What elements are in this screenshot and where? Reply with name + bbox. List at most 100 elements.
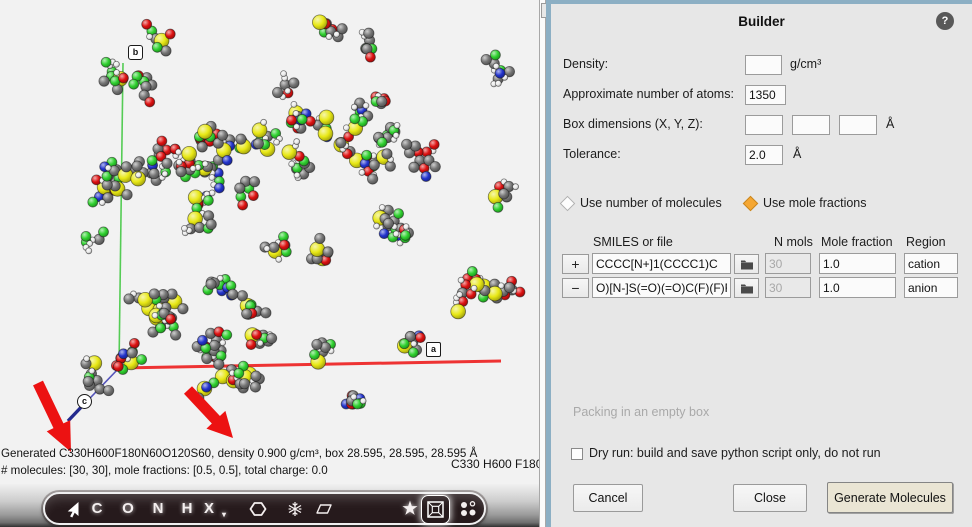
atom[interactable]: [274, 139, 280, 145]
snowflake-tool-icon[interactable]: [283, 494, 307, 523]
atom[interactable]: [249, 176, 259, 186]
cursor-tool-icon[interactable]: [61, 494, 85, 523]
atom[interactable]: [343, 125, 349, 131]
atom[interactable]: [234, 368, 244, 378]
atom[interactable]: [285, 88, 291, 94]
atom[interactable]: [264, 246, 270, 252]
atom[interactable]: [86, 248, 92, 254]
atom[interactable]: [145, 97, 155, 107]
atom[interactable]: [103, 385, 113, 395]
atom[interactable]: [471, 285, 477, 291]
panel-splitter[interactable]: [539, 0, 546, 527]
atom[interactable]: [162, 158, 172, 168]
atom[interactable]: [137, 354, 147, 364]
atom[interactable]: [222, 330, 232, 340]
atom[interactable]: [377, 137, 387, 147]
atom[interactable]: [294, 172, 300, 178]
hydrogen-tool[interactable]: H: [175, 494, 199, 523]
atom[interactable]: [350, 114, 360, 124]
atom[interactable]: [291, 101, 297, 107]
atom[interactable]: [495, 68, 505, 78]
box-z-input[interactable]: [839, 115, 877, 135]
atom[interactable]: [490, 50, 500, 60]
atom[interactable]: [147, 156, 157, 166]
star-tool-icon[interactable]: ★: [398, 494, 422, 523]
carbon-tool[interactable]: C: [85, 494, 109, 523]
atom[interactable]: [198, 124, 213, 139]
atom[interactable]: [312, 339, 322, 349]
periodic-box-tool-selected[interactable]: [421, 495, 450, 524]
atom[interactable]: [360, 398, 366, 404]
atom[interactable]: [101, 57, 111, 67]
atom[interactable]: [399, 339, 409, 349]
radio-number-of-molecules[interactable]: [560, 196, 576, 212]
atom[interactable]: [408, 348, 418, 358]
atom[interactable]: [374, 223, 380, 229]
atom[interactable]: [114, 70, 120, 76]
atom[interactable]: [152, 42, 162, 52]
atom[interactable]: [394, 122, 400, 128]
atom[interactable]: [250, 382, 260, 392]
mole-fraction-input-row1[interactable]: [819, 253, 896, 274]
atom[interactable]: [458, 277, 464, 283]
atom[interactable]: [209, 174, 215, 180]
oxygen-tool[interactable]: O: [116, 494, 140, 523]
atom[interactable]: [359, 169, 365, 175]
atom[interactable]: [246, 340, 256, 350]
atom[interactable]: [493, 202, 503, 212]
atom[interactable]: [377, 96, 387, 106]
atom[interactable]: [429, 139, 439, 149]
atom[interactable]: [319, 110, 334, 125]
tolerance-input[interactable]: [745, 145, 783, 165]
atom[interactable]: [481, 54, 491, 64]
atom[interactable]: [156, 303, 162, 309]
atom[interactable]: [411, 341, 417, 347]
atom[interactable]: [113, 61, 119, 67]
atom[interactable]: [513, 184, 519, 190]
atom[interactable]: [197, 335, 207, 345]
mole-fraction-input-row2[interactable]: [819, 277, 896, 298]
atom[interactable]: [289, 161, 295, 167]
atom[interactable]: [188, 190, 203, 205]
atom[interactable]: [121, 162, 131, 172]
atom[interactable]: [382, 149, 392, 159]
browse-file-button-row2[interactable]: [734, 278, 759, 298]
cancel-button[interactable]: Cancel: [573, 484, 643, 512]
atom[interactable]: [401, 139, 411, 149]
atom[interactable]: [190, 166, 196, 172]
region-input-row2[interactable]: [904, 277, 958, 298]
atom[interactable]: [365, 52, 375, 62]
atom[interactable]: [276, 256, 282, 262]
atom[interactable]: [379, 204, 385, 210]
atom[interactable]: [451, 304, 466, 319]
atom[interactable]: [166, 314, 176, 324]
atom[interactable]: [467, 266, 477, 276]
nmols-input-row1[interactable]: [765, 253, 811, 274]
atom[interactable]: [281, 71, 287, 77]
atom[interactable]: [165, 29, 175, 39]
nmols-input-row2[interactable]: [765, 277, 811, 298]
atom[interactable]: [214, 183, 224, 193]
atom[interactable]: [266, 333, 276, 343]
atom[interactable]: [122, 190, 132, 200]
atom[interactable]: [289, 78, 299, 88]
atom[interactable]: [415, 333, 425, 343]
atom[interactable]: [367, 174, 377, 184]
atom[interactable]: [421, 171, 431, 181]
atom[interactable]: [409, 162, 419, 172]
atom[interactable]: [310, 350, 320, 360]
atom[interactable]: [181, 225, 187, 231]
halogen-dropdown-icon[interactable]: ▾: [219, 500, 229, 527]
atom[interactable]: [251, 371, 261, 381]
atom[interactable]: [253, 138, 263, 148]
atom[interactable]: [89, 368, 95, 374]
atom[interactable]: [499, 189, 509, 199]
more-tools-icon[interactable]: [456, 494, 480, 523]
atom[interactable]: [206, 279, 216, 289]
atom[interactable]: [351, 394, 357, 400]
atom[interactable]: [363, 103, 369, 109]
atom[interactable]: [297, 114, 307, 124]
atom[interactable]: [495, 80, 501, 86]
atom[interactable]: [393, 132, 399, 138]
atom[interactable]: [336, 138, 346, 148]
